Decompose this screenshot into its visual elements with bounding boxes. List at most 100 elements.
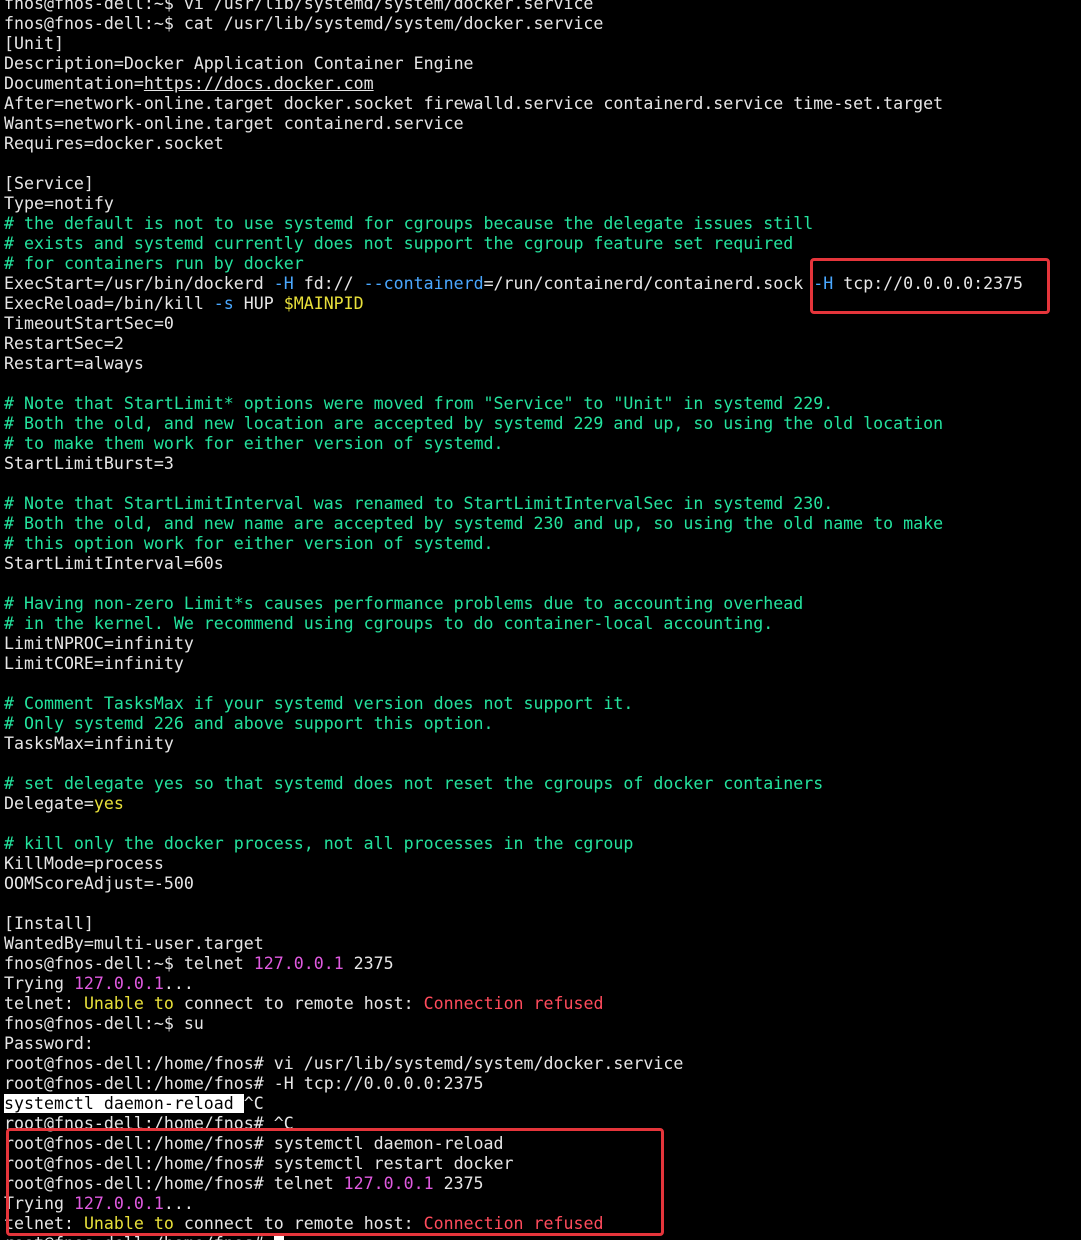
terminal-line: # exists and systemd currently does not … — [4, 234, 1023, 254]
terminal-line: # Both the old, and new name are accepte… — [4, 514, 1023, 534]
terminal-text-segment: StartLimitBurst=3 — [4, 454, 174, 473]
terminal-line: TimeoutStartSec=0 — [4, 314, 1023, 334]
terminal-line: # kill only the docker process, not all … — [4, 834, 1023, 854]
terminal-text-segment: Wants=network-online.target containerd.s… — [4, 114, 464, 133]
terminal-text-segment: fd:// — [293, 274, 364, 293]
terminal-text-segment: KillMode=process — [4, 854, 164, 873]
terminal-text-segment: Description=Docker Application Container… — [4, 54, 474, 73]
terminal-line: # set delegate yes so that systemd does … — [4, 774, 1023, 794]
terminal-text-segment: Delegate= — [4, 794, 94, 813]
terminal-line: Password: — [4, 1034, 1023, 1054]
terminal-text-segment: ... — [163, 974, 194, 993]
terminal-text-segment: # Having non-zero Limit*s causes perform… — [4, 594, 804, 613]
terminal-line: fnos@fnos-dell:~$ telnet 127.0.0.1 2375 — [4, 954, 1023, 974]
terminal-line: [Unit] — [4, 34, 1023, 54]
terminal-output: fnos@fnos-dell:~$ vi /usr/lib/systemd/sy… — [4, 0, 1023, 1240]
terminal-text-segment: # Both the old, and new name are accepte… — [4, 514, 944, 533]
terminal-line: RestartSec=2 — [4, 334, 1023, 354]
terminal-text-segment: Password: — [4, 1034, 94, 1053]
terminal-text-segment: telnet: — [4, 994, 84, 1013]
terminal-line: Description=Docker Application Container… — [4, 54, 1023, 74]
terminal-line: # Both the old, and new location are acc… — [4, 414, 1023, 434]
terminal-text-segment: root@fnos-dell:/home/fnos# -H tcp://0.0.… — [4, 1074, 484, 1093]
terminal-line: Delegate=yes — [4, 794, 1023, 814]
terminal-text-segment: https://docs.docker.com — [143, 74, 374, 93]
terminal-line: root@fnos-dell:/home/fnos# -H tcp://0.0.… — [4, 1074, 1023, 1094]
terminal-text-segment: --containerd — [363, 274, 484, 293]
terminal-text-segment: 127.0.0.1 — [253, 954, 344, 973]
terminal-text-segment: =/run/containerd/containerd.sock — [483, 274, 814, 293]
terminal-text-segment: 127.0.0.1 — [73, 974, 164, 993]
terminal-text-segment: Unable — [83, 994, 144, 1013]
terminal-text-segment: ExecStart=/usr/bin/dockerd — [4, 274, 274, 293]
terminal-text-segment: After=network-online.target docker.socke… — [4, 94, 944, 113]
terminal-text-segment: # kill only the docker process, not all … — [4, 834, 634, 853]
terminal-line: # the default is not to use systemd for … — [4, 214, 1023, 234]
terminal-text-segment: fnos@fnos-dell:~$ telnet — [4, 954, 254, 973]
terminal-line: # Note that StartLimitInterval was renam… — [4, 494, 1023, 514]
terminal-window[interactable]: fnos@fnos-dell:~$ vi /usr/lib/systemd/sy… — [0, 0, 1081, 1240]
terminal-text-segment: # for containers run by docker — [4, 254, 304, 273]
terminal-text-segment: [Unit] — [4, 34, 64, 53]
terminal-line: OOMScoreAdjust=-500 — [4, 874, 1023, 894]
terminal-text-segment: [Install] — [4, 914, 94, 933]
terminal-line: KillMode=process — [4, 854, 1023, 874]
terminal-text-segment: Type=notify — [4, 194, 114, 213]
terminal-line: [Service] — [4, 174, 1023, 194]
terminal-text-segment: root@fnos-dell:/home/fnos# vi /usr/lib/s… — [4, 1054, 684, 1073]
terminal-line: Documentation=https://docs.docker.com — [4, 74, 1023, 94]
terminal-text-segment: # in the kernel. We recommend using cgro… — [4, 614, 774, 633]
terminal-line: WantedBy=multi-user.target — [4, 934, 1023, 954]
terminal-text-segment: TasksMax=infinity — [4, 734, 174, 753]
terminal-text-segment: Requires=docker.socket — [4, 134, 224, 153]
terminal-line: fnos@fnos-dell:~$ vi /usr/lib/systemd/sy… — [4, 0, 1023, 14]
terminal-line: Type=notify — [4, 194, 1023, 214]
terminal-text-segment: -s — [213, 294, 234, 313]
terminal-line: LimitCORE=infinity — [4, 654, 1023, 674]
terminal-text-segment: # to make them work for either version o… — [4, 434, 504, 453]
terminal-text-segment: # Note that StartLimit* options were mov… — [4, 394, 834, 413]
terminal-line: # Note that StartLimit* options were mov… — [4, 394, 1023, 414]
terminal-text-segment: -H — [273, 274, 294, 293]
terminal-text-segment: # this option work for either version of… — [4, 534, 494, 553]
terminal-line: # in the kernel. We recommend using cgro… — [4, 614, 1023, 634]
terminal-text-segment: # Both the old, and new location are acc… — [4, 414, 944, 433]
terminal-line: # Comment TasksMax if your systemd versi… — [4, 694, 1023, 714]
terminal-text-segment: OOMScoreAdjust=-500 — [4, 874, 194, 893]
terminal-line: # this option work for either version of… — [4, 534, 1023, 554]
terminal-text-segment: ^C — [243, 1094, 264, 1113]
terminal-text-segment: to — [153, 994, 174, 1013]
terminal-text-segment: Documentation= — [4, 74, 144, 93]
terminal-line: telnet: Unable to connect to remote host… — [4, 994, 1023, 1014]
terminal-text-segment: [Service] — [4, 174, 94, 193]
terminal-text-segment: LimitCORE=infinity — [4, 654, 184, 673]
terminal-text-segment: # the default is not to use systemd for … — [4, 214, 814, 233]
terminal-line: After=network-online.target docker.socke… — [4, 94, 1023, 114]
terminal-line: Restart=always — [4, 354, 1023, 374]
terminal-line: # Having non-zero Limit*s causes perform… — [4, 594, 1023, 614]
terminal-text-segment: WantedBy=multi-user.target — [4, 934, 264, 953]
terminal-text-segment: Restart=always — [4, 354, 144, 373]
terminal-line: LimitNPROC=infinity — [4, 634, 1023, 654]
annotation-box-tcp-flag — [810, 258, 1050, 314]
terminal-line: # to make them work for either version o… — [4, 434, 1023, 454]
terminal-text-segment: fnos@fnos-dell:~$ su — [4, 1014, 204, 1033]
terminal-text-segment: # Comment TasksMax if your systemd versi… — [4, 694, 634, 713]
terminal-text-segment: # set delegate yes so that systemd does … — [4, 774, 824, 793]
terminal-line: StartLimitInterval=60s — [4, 554, 1023, 574]
terminal-text-segment: Connection refused — [423, 994, 604, 1013]
terminal-line: StartLimitBurst=3 — [4, 454, 1023, 474]
terminal-line: Requires=docker.socket — [4, 134, 1023, 154]
terminal-text-segment: $MAINPID — [283, 294, 364, 313]
terminal-text-segment: HUP — [233, 294, 284, 313]
terminal-line: systemctl daemon-reload ^C — [4, 1094, 1023, 1114]
terminal-line: Wants=network-online.target containerd.s… — [4, 114, 1023, 134]
terminal-text-segment: 2375 — [343, 954, 394, 973]
terminal-line: Trying 127.0.0.1... — [4, 974, 1023, 994]
terminal-text-segment: ExecReload=/bin/kill — [4, 294, 214, 313]
terminal-text-segment: TimeoutStartSec=0 — [4, 314, 174, 333]
terminal-line: root@fnos-dell:/home/fnos# vi /usr/lib/s… — [4, 1054, 1023, 1074]
